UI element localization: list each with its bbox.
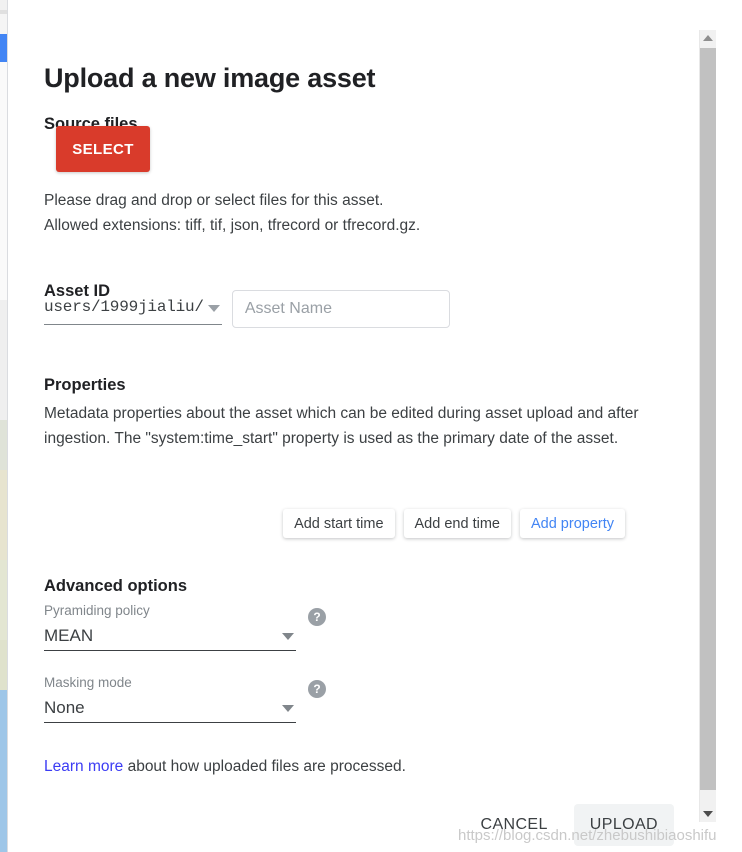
scroll-up-arrow-icon[interactable] — [700, 30, 716, 46]
asset-path-value: users/1999jialiu/ — [44, 298, 204, 316]
scrollbar-thumb[interactable] — [700, 48, 716, 790]
background-page-strip — [0, 0, 7, 852]
asset-name-input[interactable] — [231, 290, 450, 328]
upload-button[interactable]: UPLOAD — [573, 804, 674, 846]
learn-more-text: about how uploaded files are processed. — [123, 758, 406, 775]
advanced-options-heading: Advanced options — [44, 576, 188, 595]
learn-more-link[interactable]: Learn more — [44, 758, 123, 775]
chevron-down-icon — [282, 632, 294, 640]
property-actions: Add start time Add end time Add property — [283, 509, 625, 538]
vertical-scrollbar[interactable] — [699, 30, 716, 822]
pyramiding-policy-field: Pyramiding policy MEAN ? — [44, 603, 326, 651]
asset-path-select[interactable]: users/1999jialiu/ — [44, 290, 222, 325]
masking-mode-select[interactable]: None — [44, 694, 296, 723]
upload-asset-dialog: Upload a new image asset Source files SE… — [8, 0, 696, 852]
chevron-down-icon — [207, 304, 220, 312]
pyramiding-policy-value: MEAN — [44, 626, 94, 645]
properties-heading: Properties — [44, 375, 126, 394]
learn-more-line: Learn more about how uploaded files are … — [44, 758, 406, 776]
masking-mode-value: None — [44, 698, 85, 717]
add-property-button[interactable]: Add property — [519, 509, 625, 538]
select-files-button[interactable]: SELECT — [56, 126, 150, 172]
masking-mode-label: Masking mode — [44, 675, 132, 690]
pyramiding-policy-select[interactable]: MEAN — [44, 622, 296, 651]
help-icon[interactable]: ? — [308, 608, 326, 626]
cancel-button[interactable]: CANCEL — [464, 804, 563, 846]
pyramiding-policy-label: Pyramiding policy — [44, 603, 150, 618]
dialog-footer: CANCEL UPLOAD — [8, 795, 696, 852]
scroll-down-arrow-icon[interactable] — [700, 806, 716, 822]
asset-id-row: users/1999jialiu/ — [44, 290, 450, 328]
page-title: Upload a new image asset — [44, 63, 376, 94]
help-icon[interactable]: ? — [308, 680, 326, 698]
properties-description: Metadata properties about the asset whic… — [44, 405, 639, 447]
source-files-description: Please drag and drop or select files for… — [44, 192, 421, 234]
masking-mode-field: Masking mode None ? — [44, 675, 326, 723]
screen: Upload a new image asset Source files SE… — [0, 0, 742, 852]
add-end-time-button[interactable]: Add end time — [403, 509, 511, 538]
chevron-down-icon — [282, 704, 294, 712]
add-start-time-button[interactable]: Add start time — [283, 509, 395, 538]
